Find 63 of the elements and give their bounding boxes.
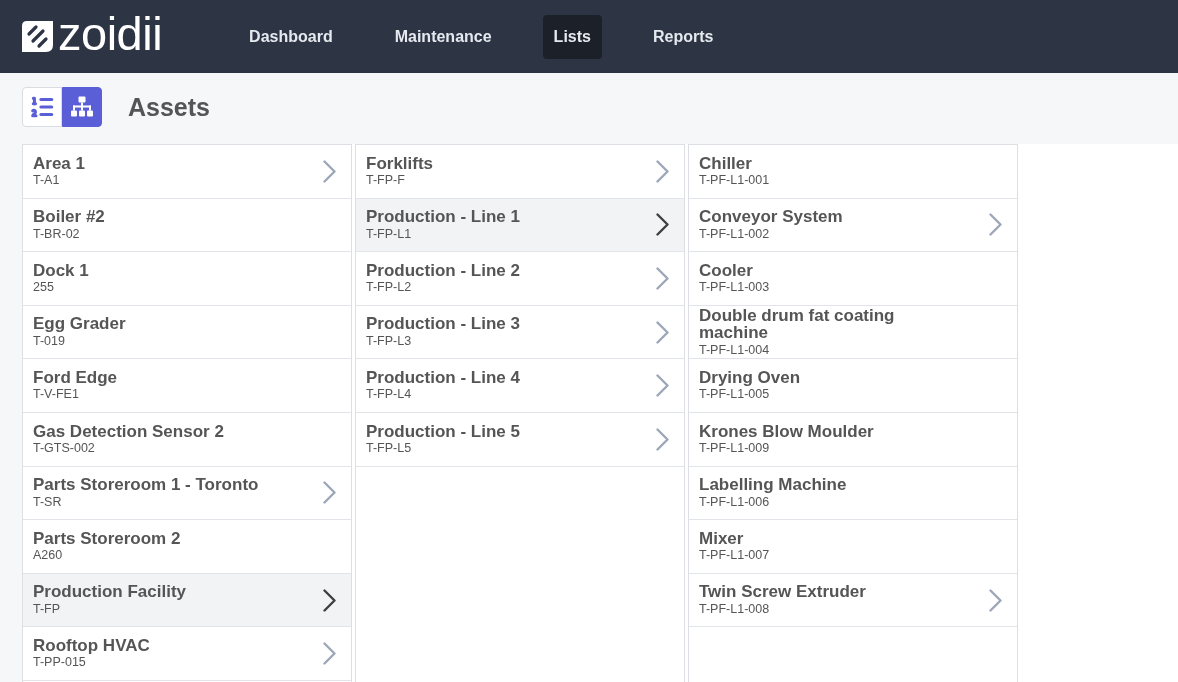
asset-code: T-GTS-002 [33,441,95,456]
asset-name: Double drum fat coating machine [699,306,896,342]
asset-code: T-PP-015 [33,655,86,671]
asset-code: T-FP-F [366,173,405,189]
nav-tab[interactable]: Maintenance [383,14,503,59]
asset-code: A260 [33,548,63,564]
page-title: Assets [128,92,210,123]
asset-code: T-V-FE1 [33,387,79,403]
hierarchy-icon [70,96,94,118]
asset-name: Production - Line 2 [366,261,520,280]
asset-name: Production Facility [33,583,187,601]
asset-name: Krones Blow Moulder [699,422,874,440]
asset-name: Egg Grader [33,315,126,333]
asset-code: T-BR-02 [33,226,80,242]
tree-view-button[interactable] [62,87,102,127]
asset-name: Production - Line 5 [366,422,520,440]
asset-code: T-PF-L1-007 [699,548,770,564]
asset-code: T-PF-L1-003 [699,280,770,296]
asset-name: Area 1 [33,154,85,173]
asset-code: T-FP-L5 [366,441,412,456]
nav-tab[interactable]: Dashboard [238,14,344,59]
asset-name: Twin Screw Extruder [699,583,866,601]
asset-code: T-SR [33,494,62,510]
asset-name: Conveyor System [699,208,843,226]
asset-code: T-FP-L2 [366,280,412,296]
asset-name: Production - Line 1 [366,208,520,226]
asset-code: T-A1 [33,173,60,189]
asset-name: Gas Detection Sensor 2 [33,422,224,440]
asset-code: T-PF-L1-008 [699,601,770,617]
asset-name: Ford Edge [33,368,118,387]
asset-name: Parts Storeroom 2 [33,529,181,548]
asset-name: Production - Line 3 [366,315,520,333]
numbered-list-icon [29,94,55,120]
asset-name: Mixer [699,529,744,548]
asset-code: 255 [33,280,54,296]
logo-icon [22,21,53,52]
asset-code: T-FP [33,601,61,617]
nav-tab[interactable]: Reports [641,14,725,59]
asset-code: T-PF-L1-009 [699,441,770,456]
asset-code: T-PF-L1-005 [699,387,770,403]
asset-code: T-019 [33,333,65,349]
asset-name: Dock 1 [33,261,89,280]
asset-row[interactable]: Production Facility T-FP [23,573,351,628]
logo-text: zoidii [58,10,163,57]
asset-code: T-FP-L4 [366,387,412,403]
asset-code: T-FP-L3 [366,333,412,349]
list-view-button[interactable] [22,87,62,127]
asset-code: T-PF-L1-002 [699,226,770,242]
asset-name: Forklifts [366,154,434,173]
asset-name: Parts Storeroom 1 - Toronto [33,476,259,494]
asset-code: T-PF-L1-001 [699,173,770,189]
asset-code: T-PF-L1-006 [699,494,770,510]
asset-name: Boiler #2 [33,208,105,226]
nav-tab[interactable]: Lists [542,14,602,59]
asset-code: T-FP-L1 [366,226,412,242]
asset-row[interactable]: Production - Line 1 T-FP-L1 [356,198,684,253]
asset-name: Rooftop HVAC [33,636,150,655]
asset-name: Production - Line 4 [366,368,520,387]
asset-name: Chiller [699,154,752,173]
asset-code: T-PF-L1-004 [699,342,770,358]
asset-name: Cooler [699,261,753,280]
asset-name: Labelling Machine [699,476,847,494]
asset-name: Drying Oven [699,368,801,387]
